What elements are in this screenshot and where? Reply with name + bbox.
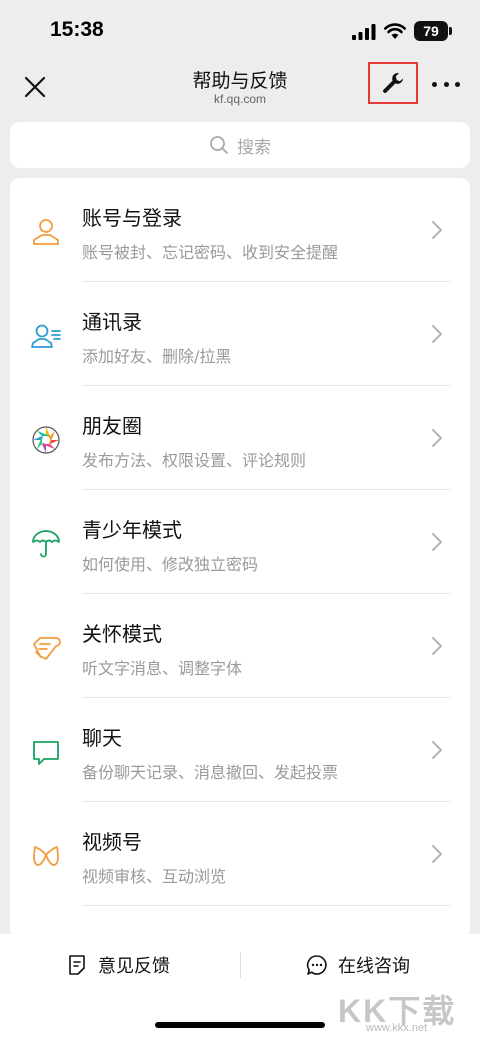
chevron-right-icon bbox=[432, 325, 442, 343]
chat-icon bbox=[306, 955, 327, 975]
chevron-right-icon bbox=[432, 429, 442, 447]
list-item-chat[interactable]: 聊天 备份聊天记录、消息撤回、发起投票 bbox=[10, 698, 470, 802]
contacts-icon bbox=[31, 324, 61, 348]
chat-bubble-icon bbox=[33, 741, 59, 765]
item-desc: 发布方法、权限设置、评论规则 bbox=[82, 451, 307, 470]
care-icon bbox=[33, 637, 61, 660]
umbrella-icon bbox=[32, 530, 60, 558]
wrench-icon bbox=[383, 73, 403, 93]
item-desc: 备份聊天记录、消息撤回、发起投票 bbox=[82, 763, 339, 782]
more-dot bbox=[455, 81, 460, 87]
search-input[interactable]: 搜索 bbox=[10, 122, 470, 168]
wifi-icon bbox=[384, 23, 406, 39]
feedback-label: 意见反馈 bbox=[98, 956, 170, 977]
more-dot bbox=[443, 81, 449, 87]
more-options-button[interactable] bbox=[432, 74, 460, 94]
chevron-right-icon bbox=[432, 741, 442, 759]
status-bar: 15:38 79 bbox=[0, 0, 480, 60]
home-indicator[interactable] bbox=[155, 1022, 325, 1028]
chevron-right-icon bbox=[432, 533, 442, 551]
list-item-contacts[interactable]: 通讯录 添加好友、删除/拉黑 bbox=[10, 282, 470, 386]
help-topics-list: 账号与登录 账号被封、忘记密码、收到安全提醒 通讯录 添加好友、删除/拉黑 朋友… bbox=[10, 178, 470, 938]
document-icon bbox=[69, 955, 85, 975]
item-desc: 听文字消息、调整字体 bbox=[82, 659, 243, 678]
item-desc: 视频审核、互动浏览 bbox=[82, 867, 227, 886]
chevron-right-icon bbox=[432, 221, 442, 239]
item-desc: 账号被封、忘记密码、收到安全提醒 bbox=[82, 243, 339, 262]
feedback-button[interactable]: 意见反馈 bbox=[66, 948, 170, 982]
status-time: 15:38 bbox=[50, 18, 104, 41]
consult-label: 在线咨询 bbox=[338, 956, 410, 977]
chevron-right-icon bbox=[432, 637, 442, 655]
person-icon bbox=[33, 219, 59, 245]
item-title: 青少年模式 bbox=[82, 518, 182, 542]
moments-icon bbox=[32, 426, 60, 454]
channels-icon bbox=[33, 846, 59, 866]
item-title: 关怀模式 bbox=[82, 622, 162, 646]
list-item-channels[interactable]: 视频号 视频审核、互动浏览 bbox=[10, 802, 470, 906]
list-item-care-mode[interactable]: 关怀模式 听文字消息、调整字体 bbox=[10, 594, 470, 698]
divider bbox=[240, 952, 241, 978]
item-title: 朋友圈 bbox=[82, 414, 142, 438]
chevron-right-icon bbox=[432, 845, 442, 863]
list-item-teen-mode[interactable]: 青少年模式 如何使用、修改独立密码 bbox=[10, 490, 470, 594]
item-title: 账号与登录 bbox=[82, 206, 182, 230]
item-title: 通讯录 bbox=[82, 310, 142, 334]
watermark-url: www.kkx.net bbox=[366, 1022, 428, 1034]
item-title: 聊天 bbox=[82, 726, 122, 750]
watermark-logo: KK下载 www.kkx.net bbox=[338, 986, 468, 1038]
list-item-moments[interactable]: 朋友圈 发布方法、权限设置、评论规则 bbox=[10, 386, 470, 490]
nav-bar: 帮助与反馈 kf.qq.com bbox=[0, 58, 480, 114]
tools-button[interactable] bbox=[368, 62, 418, 104]
battery-indicator: 79 bbox=[414, 21, 448, 41]
item-title: 视频号 bbox=[82, 830, 142, 854]
item-desc: 如何使用、修改独立密码 bbox=[82, 555, 259, 574]
more-dot bbox=[432, 81, 437, 87]
search-icon bbox=[210, 136, 228, 154]
list-item-account-login[interactable]: 账号与登录 账号被封、忘记密码、收到安全提醒 bbox=[10, 178, 470, 282]
search-placeholder: 搜索 bbox=[237, 137, 271, 158]
online-consult-button[interactable]: 在线咨询 bbox=[306, 948, 410, 982]
battery-tip bbox=[449, 27, 452, 35]
cellular-signal-icon bbox=[352, 24, 376, 40]
item-desc: 添加好友、删除/拉黑 bbox=[82, 347, 232, 366]
